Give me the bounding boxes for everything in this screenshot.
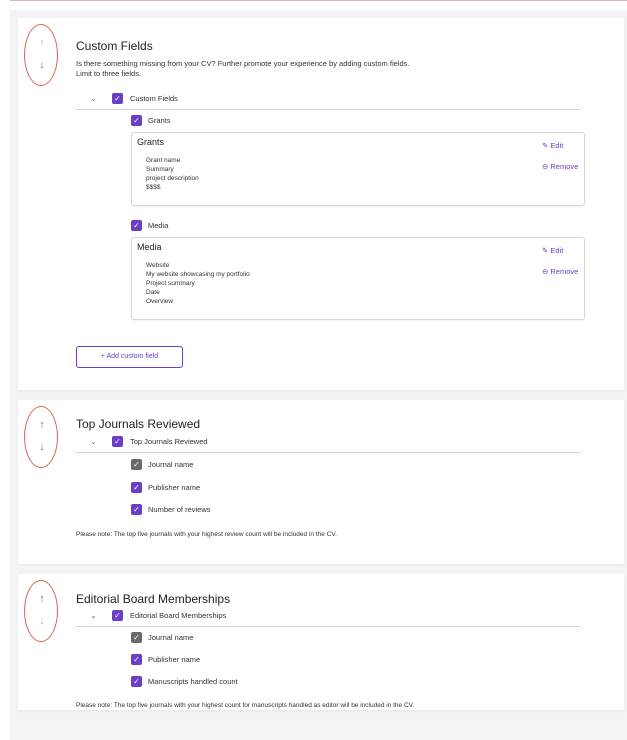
checkbox-checked-icon[interactable]: ✓ [131, 654, 142, 665]
remove-button[interactable]: ⊖ Remove [542, 267, 578, 276]
card-line: My website showcasing my portfolio [146, 271, 250, 278]
section-description: Is there something missing from your CV?… [76, 59, 410, 78]
remove-circle-icon: ⊖ [542, 162, 549, 171]
arrow-up-icon[interactable]: ↑ [25, 419, 59, 431]
card-content: Grant name Summary project description $… [146, 156, 199, 192]
card-line: Summary [146, 166, 174, 173]
section-note: Please note: The top five journals with … [76, 702, 415, 709]
grants-checkbox-label: Grants [148, 116, 171, 125]
arrow-up-icon[interactable]: ↑ [25, 37, 59, 49]
checkbox-checked-icon[interactable]: ✓ [112, 610, 123, 621]
checkbox-locked-icon: ✓ [131, 632, 142, 643]
top-journals-section: ↑ ↓ Top Journals Reviewed ⌄ ✓ Top Journa… [18, 400, 624, 564]
add-custom-field-button[interactable]: + Add custom field [76, 346, 183, 368]
checkbox-locked-icon: ✓ [131, 459, 142, 470]
edit-button[interactable]: ✎ Edit [542, 141, 563, 150]
pencil-icon: ✎ [542, 141, 549, 150]
left-gutter [0, 0, 10, 740]
card-line: Date [146, 289, 160, 296]
chevron-down-icon[interactable]: ⌄ [90, 94, 97, 103]
reorder-arrows-highlight: ↑ ↓ [24, 406, 58, 468]
item-label: Number of reviews [148, 505, 211, 514]
arrow-up-icon[interactable]: ↑ [25, 593, 59, 605]
card-line: Overview [146, 298, 174, 305]
group-label: Top Journals Reviewed [130, 437, 208, 446]
reorder-arrows-highlight: ↑ ↓ [24, 24, 58, 86]
arrow-down-icon[interactable]: ↓ [25, 59, 59, 71]
checkbox-checked-icon[interactable]: ✓ [131, 220, 142, 231]
card-line: Website [146, 262, 170, 269]
card-line: $$$$ [146, 184, 161, 191]
item-label: Publisher name [148, 655, 201, 664]
checkbox-checked-icon[interactable]: ✓ [112, 93, 123, 104]
group-divider [76, 109, 580, 110]
card-line: project description [146, 175, 199, 182]
edit-button[interactable]: ✎ Edit [542, 246, 563, 255]
group-label: Custom Fields [130, 94, 178, 103]
reorder-arrows-highlight: ↑ ↓ [24, 580, 58, 642]
card-content: Website My website showcasing my portfol… [146, 261, 250, 306]
plus-icon: + [100, 353, 105, 360]
item-label: Publisher name [148, 483, 201, 492]
section-title: Top Journals Reviewed [76, 417, 201, 431]
chevron-down-icon[interactable]: ⌄ [90, 437, 97, 446]
pencil-icon: ✎ [542, 246, 549, 255]
arrow-down-icon[interactable]: ↓ [25, 441, 59, 453]
card-title: Grants [137, 137, 165, 147]
checkbox-checked-icon[interactable]: ✓ [131, 504, 142, 515]
media-checkbox-label: Media [148, 221, 169, 230]
section-title: Custom Fields [76, 39, 153, 53]
top-divider [10, 0, 627, 10]
section-title: Editorial Board Memberships [76, 592, 231, 606]
item-label: Journal name [148, 460, 194, 469]
group-divider [76, 626, 580, 627]
custom-fields-section: ↑ ↓ Custom Fields Is there something mis… [18, 18, 624, 390]
item-label: Manuscripts handled count [148, 677, 238, 686]
checkbox-checked-icon[interactable]: ✓ [112, 436, 123, 447]
checkbox-checked-icon[interactable]: ✓ [131, 482, 142, 493]
chevron-down-icon[interactable]: ⌄ [90, 611, 97, 620]
arrow-down-icon[interactable]: ↓ [25, 615, 59, 627]
checkbox-checked-icon[interactable]: ✓ [131, 676, 142, 687]
checkbox-checked-icon[interactable]: ✓ [131, 115, 142, 126]
item-label: Journal name [148, 633, 194, 642]
editorial-board-section: ↑ ↓ Editorial Board Memberships ⌄ ✓ Edit… [18, 574, 624, 710]
card-line: Grant name [146, 157, 181, 164]
media-card: Media Website My website showcasing my p… [131, 237, 585, 320]
remove-circle-icon: ⊖ [542, 267, 549, 276]
group-divider [76, 452, 580, 453]
section-note: Please note: The top five journals with … [76, 531, 337, 538]
group-label: Editorial Board Memberships [130, 611, 227, 620]
remove-button[interactable]: ⊖ Remove [542, 162, 578, 171]
card-title: Media [137, 242, 162, 252]
grants-card: Grants Grant name Summary project descri… [131, 132, 585, 206]
card-line: Project summary [146, 280, 195, 287]
